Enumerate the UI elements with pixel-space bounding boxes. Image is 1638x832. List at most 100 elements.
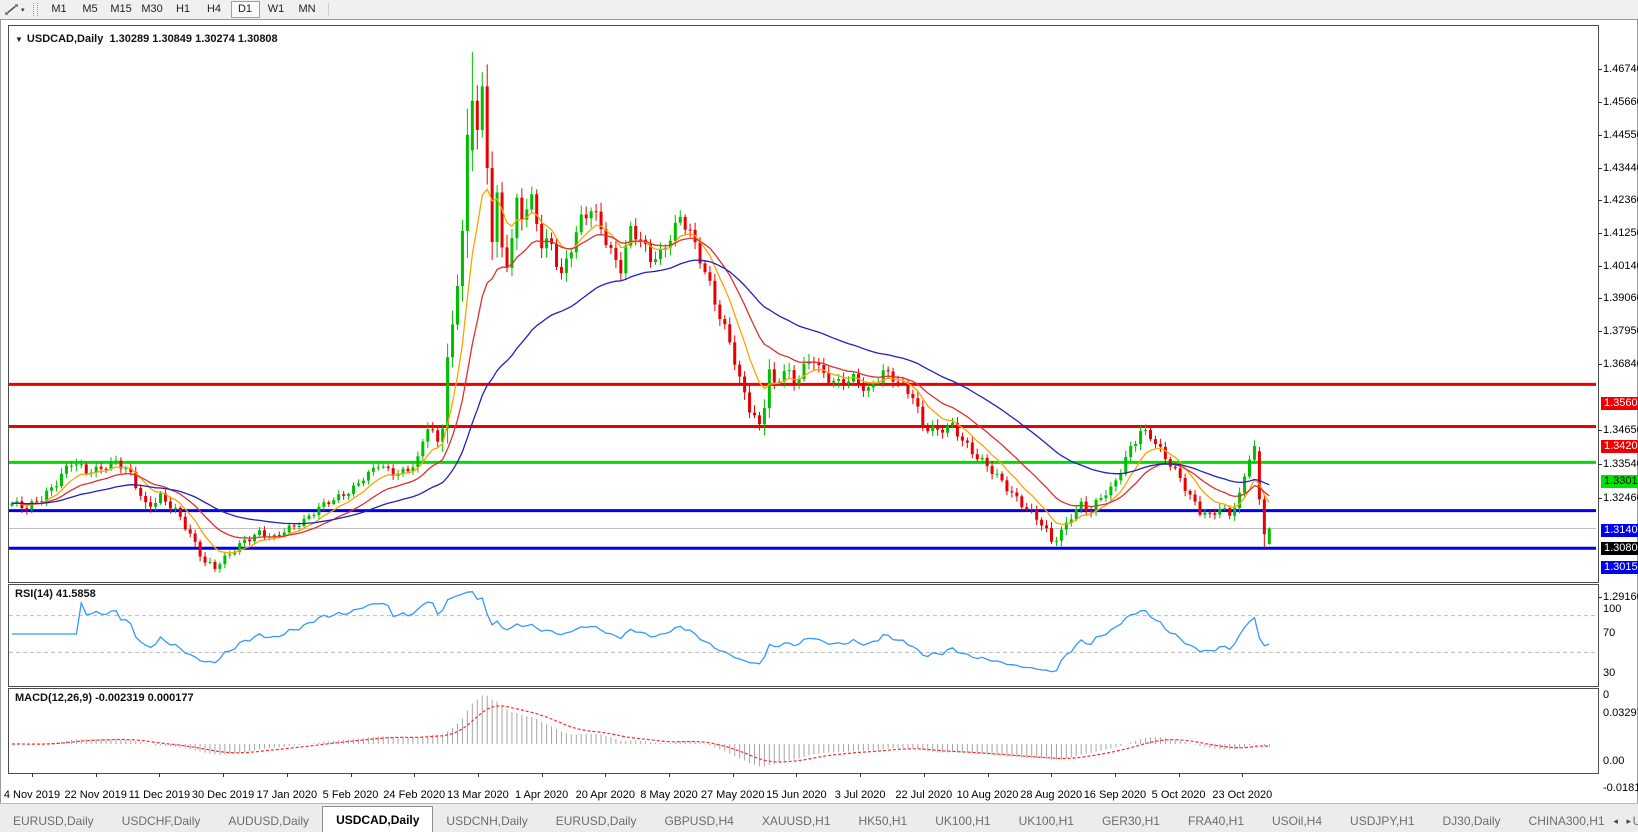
y-axis-tick-mark — [1598, 364, 1602, 365]
chart-tab-ger30-11[interactable]: GER30,H1 — [1089, 810, 1173, 832]
x-axis-date-label: 23 Oct 2020 — [1212, 789, 1273, 801]
timeframe-button-m15[interactable]: M15 — [107, 1, 136, 18]
ma-mid-line — [11, 233, 1270, 539]
y-axis-tick-mark — [1598, 168, 1602, 169]
rsi-scale-label: 100 — [1603, 603, 1622, 615]
y-axis-tick-mark — [1598, 430, 1602, 431]
timeframe-button-mn[interactable]: MN — [293, 1, 322, 18]
price-badge-1.30152: 1.30152 — [1601, 561, 1638, 574]
y-axis-tick-mark — [1598, 266, 1602, 267]
chart-tab-uk100-9[interactable]: UK100,H1 — [922, 810, 1003, 832]
timeframe-button-m5[interactable]: M5 — [76, 1, 105, 18]
x-axis-tick-mark — [350, 773, 352, 777]
timeframe-button-w1[interactable]: W1 — [262, 1, 291, 18]
x-axis-tick-mark — [1178, 773, 1180, 777]
y-axis-tick-label: 1.37950 — [1603, 325, 1638, 337]
y-axis-tick-label: 1.34650 — [1603, 424, 1638, 436]
macd-scale-label: 0.032972 — [1603, 707, 1638, 719]
price-badge-1.33011: 1.33011 — [1601, 475, 1638, 488]
y-axis-tick-mark — [1598, 331, 1602, 332]
rsi-line — [12, 591, 1270, 673]
toolbar-grip[interactable] — [32, 3, 38, 16]
candle-series — [10, 51, 1271, 573]
chart-tab-xauusd-7[interactable]: XAUUSD,H1 — [749, 810, 844, 832]
toolbar-separator — [327, 3, 329, 16]
y-axis-tick-mark — [1598, 464, 1602, 465]
chart-tab-uk100-10[interactable]: UK100,H1 — [1006, 810, 1087, 832]
tab-scroll-right-icon[interactable]: ▸ — [1626, 816, 1634, 826]
x-axis-tick-mark — [732, 773, 734, 777]
chart-tab-usdchf-1[interactable]: USDCHF,Daily — [109, 810, 214, 832]
chart-tab-audusd-2[interactable]: AUDUSD,Daily — [215, 810, 322, 832]
x-axis-tick-mark — [95, 773, 97, 777]
chart-tab-usoil-13[interactable]: USOil,H4 — [1259, 810, 1335, 832]
x-axis-tick-mark — [477, 773, 479, 777]
x-axis-tick-mark — [286, 773, 288, 777]
timeframe-button-d1[interactable]: D1 — [230, 1, 260, 18]
chart-tab-gbpusd-6[interactable]: GBPUSD,H4 — [651, 810, 746, 832]
y-axis-tick-mark — [1598, 69, 1602, 70]
tool-dropdown-caret[interactable]: ▾ — [21, 6, 25, 14]
price-badge-1.30808: 1.30808 — [1601, 542, 1638, 555]
y-axis-tick-mark — [1598, 102, 1602, 103]
x-axis-tick-mark — [860, 773, 862, 777]
chart-tab-usdcad-3[interactable]: USDCAD,Daily — [322, 806, 434, 832]
price-badge-1.34206: 1.34206 — [1601, 440, 1638, 453]
trendline-tool-icon[interactable] — [3, 2, 21, 17]
y-axis-tick-label: 1.39060 — [1603, 292, 1638, 304]
y-axis-tick-mark — [1598, 298, 1602, 299]
timeframe-buttons: M1 M5 M15 M30 H1 H4 D1 W1 MN — [44, 1, 323, 18]
rsi-scale-label: 0 — [1603, 689, 1610, 701]
x-axis-tick-mark — [923, 773, 925, 777]
x-axis-tick-mark — [32, 773, 33, 777]
rsi-pane[interactable]: RSI(14) 41.5858 — [8, 584, 1599, 687]
chart-tab-fra40-12[interactable]: FRA40,H1 — [1175, 810, 1257, 832]
y-axis-tick-mark — [1598, 597, 1602, 598]
macd-histogram — [16, 695, 1270, 767]
x-axis-tick-mark — [1114, 773, 1116, 777]
chart-tab-dj30-15[interactable]: DJ30,Daily — [1430, 810, 1514, 832]
chart-tab-hk50-8[interactable]: HK50,H1 — [846, 810, 921, 832]
price-badge-1.31405: 1.31405 — [1601, 524, 1638, 537]
x-axis-tick-mark — [159, 773, 161, 777]
y-axis-tick-label: 1.33540 — [1603, 458, 1638, 470]
y-axis-tick-label: 1.36840 — [1603, 358, 1638, 370]
chart-tab-usdcnh-4[interactable]: USDCNH,Daily — [433, 810, 540, 832]
timeframe-button-h1[interactable]: H1 — [169, 1, 198, 18]
collapse-arrow-icon[interactable]: ▼ — [15, 35, 23, 44]
y-axis-tick-mark — [1598, 498, 1602, 499]
y-axis-tick-mark — [1598, 135, 1602, 136]
candlestick-chart[interactable]: ▼ USDCAD,Daily 1.30289 1.30849 1.30274 1.… — [8, 25, 1599, 583]
mt4-terminal: ▾ M1 M5 M15 M30 H1 H4 D1 W1 MN ▼ USDCAD,Daily 1.3… — [0, 0, 1638, 832]
x-axis-tick-mark — [1242, 773, 1244, 777]
price-badge-1.35606: 1.35606 — [1601, 397, 1638, 410]
y-axis-tick-mark — [1598, 233, 1602, 234]
chart-window: ▼ USDCAD,Daily 1.30289 1.30849 1.30274 1.… — [0, 19, 1638, 805]
tab-scroll-left-icon[interactable]: ◂ — [1613, 816, 1621, 826]
ma-slow-line — [11, 259, 1270, 525]
y-axis-tick-label: 1.46740 — [1603, 63, 1638, 75]
timeframe-button-h4[interactable]: H4 — [200, 1, 229, 18]
chart-tab-eurusd-5[interactable]: EURUSD,Daily — [543, 810, 650, 832]
timeframe-button-m30[interactable]: M30 — [138, 1, 167, 18]
macd-scale-label: -0.018154 — [1603, 782, 1638, 794]
chart-title-ohlc: 1.30289 1.30849 1.30274 1.30808 — [109, 33, 278, 45]
y-axis-tick-label: 1.32460 — [1603, 492, 1638, 504]
tab-scroll-arrows[interactable]: ◂ ▸ — [1613, 816, 1634, 827]
x-axis-tick-mark — [669, 773, 670, 777]
chart-title-symbol: USDCAD,Daily — [26, 33, 104, 45]
rsi-label: RSI(14) 41.5858 — [15, 588, 96, 600]
y-axis-tick-label: 1.45660 — [1603, 96, 1638, 108]
macd-scale-label: 0.00 — [1603, 755, 1625, 767]
chart-tab-china300-16[interactable]: CHINA300,H1 — [1516, 810, 1618, 832]
rsi-scale-label: 30 — [1603, 667, 1616, 679]
x-axis-tick-mark — [1051, 773, 1053, 777]
y-axis-tick-label: 1.42360 — [1603, 194, 1638, 206]
x-axis-tick-mark — [223, 773, 225, 777]
macd-pane[interactable]: MACD(12,26,9) -0.002319 0.000177 — [8, 688, 1599, 774]
timeframe-button-m1[interactable]: M1 — [45, 1, 74, 18]
rsi-scale-label: 70 — [1603, 627, 1616, 639]
chart-tab-usdjpy-14[interactable]: USDJPY,H1 — [1337, 810, 1427, 832]
y-axis-tick-label: 1.44550 — [1603, 129, 1638, 141]
chart-tab-eurusd-0[interactable]: EURUSD,Daily — [0, 810, 107, 832]
